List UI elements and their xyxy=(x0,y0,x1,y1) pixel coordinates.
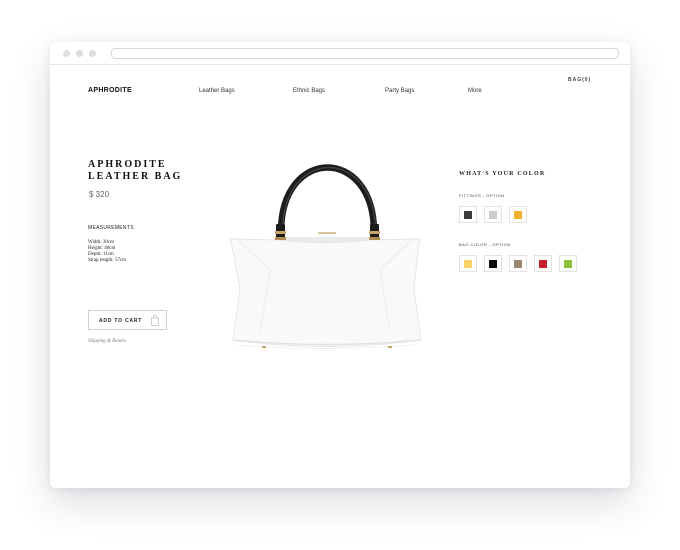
measurement-strap: Strap length: 57cm xyxy=(88,258,127,263)
site-logo[interactable]: APHRODITE xyxy=(88,87,132,94)
browser-titlebar xyxy=(50,42,630,65)
product-bag-image xyxy=(229,164,422,349)
bag-color-swatch-yellow[interactable] xyxy=(459,255,477,272)
color-heading: WHAT'S YOUR COLOR xyxy=(459,171,546,177)
bag-color-swatch-green[interactable] xyxy=(559,255,577,272)
shipping-return-link[interactable]: Shipping & Return xyxy=(88,339,126,344)
shopping-bag-icon xyxy=(151,315,159,326)
address-bar[interactable] xyxy=(111,48,619,59)
swatch-chip xyxy=(564,260,572,268)
window-close-dot[interactable] xyxy=(63,50,70,57)
window-minimize-dot[interactable] xyxy=(76,50,83,57)
nav-more[interactable]: More xyxy=(468,88,482,94)
swatch-chip xyxy=(489,260,497,268)
bag-cart-link[interactable]: BAG(0) xyxy=(568,77,591,83)
fittings-swatch-light-gray[interactable] xyxy=(484,206,502,223)
fittings-swatch-dark-gray[interactable] xyxy=(459,206,477,223)
add-to-cart-label: ADD TO CART xyxy=(99,318,143,324)
product-title-line1: APHRODITE xyxy=(88,159,167,170)
swatch-chip xyxy=(464,260,472,268)
bag-color-swatch-taupe[interactable] xyxy=(509,255,527,272)
swatch-chip xyxy=(514,260,522,268)
product-title-line2: LEATHER BAG xyxy=(88,171,183,182)
nav-leather-bags[interactable]: Leather Bags xyxy=(199,88,235,94)
bag-color-swatch-black[interactable] xyxy=(484,255,502,272)
bag-color-option-label: BAG COLOR - OPTION xyxy=(459,242,511,247)
swatch-chip xyxy=(539,260,547,268)
fittings-option-label: FITTINGS - OPTION xyxy=(459,193,505,198)
bag-color-swatch-red[interactable] xyxy=(534,255,552,272)
measurements-list: Width: 30cm Height: 40cm Depth: 11cm Str… xyxy=(88,240,126,264)
browser-window: APHRODITE Leather Bags Ethnic Bags Party… xyxy=(50,42,630,488)
swatch-chip xyxy=(464,211,472,219)
window-maximize-dot[interactable] xyxy=(89,50,96,57)
product-price: $ 320 xyxy=(89,190,110,199)
nav-party-bags[interactable]: Party Bags xyxy=(385,88,414,94)
fittings-swatch-orange[interactable] xyxy=(509,206,527,223)
product-title: APHRODITE LEATHER BAG xyxy=(88,159,182,183)
nav-ethnic-bags[interactable]: Ethnic Bags xyxy=(293,88,325,94)
product-page: APHRODITE Leather Bags Ethnic Bags Party… xyxy=(50,66,630,488)
add-to-cart-button[interactable]: ADD TO CART xyxy=(88,310,167,330)
swatch-chip xyxy=(514,211,522,219)
swatch-chip xyxy=(489,211,497,219)
measurements-heading: MEASUREMENTS xyxy=(88,225,134,231)
